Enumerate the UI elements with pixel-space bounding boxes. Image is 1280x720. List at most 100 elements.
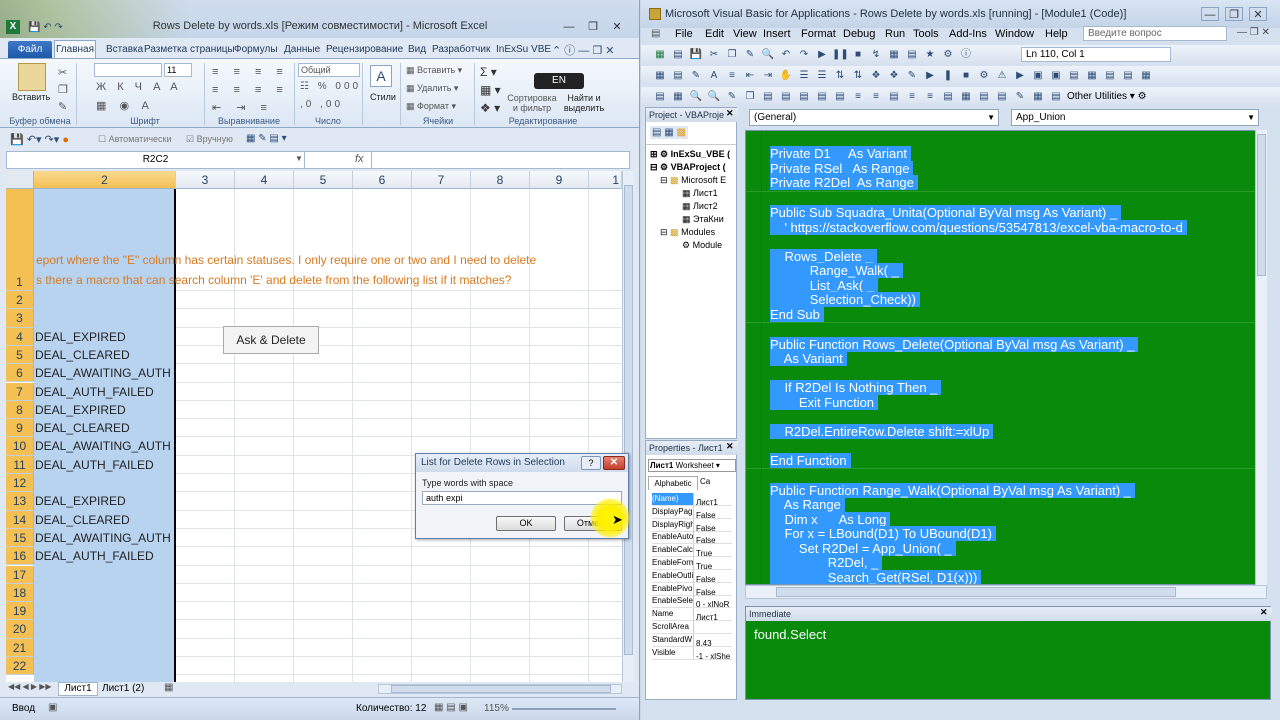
- tab-developer[interactable]: Разработчик: [428, 42, 494, 58]
- font-name-select[interactable]: [94, 63, 162, 77]
- table-row[interactable]: DEAL_AUTH_FAILED: [34, 547, 176, 565]
- property-row[interactable]: DisplayRighFalse: [652, 518, 732, 532]
- table-row[interactable]: DEAL_EXPIRED: [34, 328, 176, 346]
- col-header-8[interactable]: 8: [471, 171, 530, 189]
- qat-extra-icons[interactable]: ▦ ✎ ▤ ▾: [246, 133, 287, 144]
- properties-close-icon[interactable]: ✕: [726, 441, 734, 452]
- utilities-toolbar-icons[interactable]: ▤ ▦ 🔍 🔍 ✎ ❐ ▤ ▤ ▤ ▤ ▤ ≡ ≡ ▤ ≡ ≡ ▤ ▦ ▤ ▤ ✎ ▦ ▤: [651, 87, 1065, 104]
- menu-debug[interactable]: Debug: [843, 25, 875, 43]
- font-color-icons[interactable]: ▦ ◉ A: [96, 99, 154, 112]
- code-line[interactable]: Search_Get(RSel, D1(x))): [770, 569, 1266, 584]
- col-header-4[interactable]: 4: [235, 171, 294, 189]
- col-header-6[interactable]: 6: [353, 171, 412, 189]
- sheet-tab-2[interactable]: Лист1 (2): [102, 683, 144, 694]
- zoom-level[interactable]: 115%: [484, 703, 509, 714]
- procedure-combo[interactable]: App_Union ▼: [1011, 109, 1259, 126]
- format-cells-button[interactable]: ▦ Формат ▾: [406, 101, 456, 112]
- code-line[interactable]: R2Del, _: [770, 555, 1266, 571]
- property-row[interactable]: (Name) Лист1: [652, 493, 732, 506]
- code-line[interactable]: Public Function Range_Walk(Optional ByVa…: [770, 482, 1266, 499]
- row-header[interactable]: 3: [6, 309, 34, 328]
- code-line[interactable]: [770, 192, 1266, 207]
- tree-inexsu[interactable]: ⊞ ⚙ InExSu_VBE (: [650, 149, 730, 160]
- calc-auto-option[interactable]: ☐ Автоматически: [98, 134, 172, 145]
- insert-cells-button[interactable]: ▦ Вставить ▾: [406, 65, 462, 76]
- row-header[interactable]: 7: [6, 382, 34, 401]
- row-header[interactable]: 22: [6, 657, 34, 676]
- menu-tools[interactable]: Tools: [913, 25, 939, 43]
- menu-file[interactable]: File: [675, 25, 693, 43]
- close-icon[interactable]: ✕: [608, 20, 626, 34]
- formula-input[interactable]: [371, 152, 629, 168]
- tab-categorized[interactable]: Ca: [700, 477, 710, 486]
- tab-home[interactable]: Главная: [54, 40, 96, 59]
- col-header-7[interactable]: 7: [412, 171, 471, 189]
- dialog-ok-button[interactable]: OK: [496, 516, 556, 531]
- number-format-icons[interactable]: ☷ % 000: [300, 81, 361, 92]
- menu-help[interactable]: Help: [1045, 25, 1068, 43]
- tree-thisworkbook[interactable]: ▦ ЭтаКни: [682, 214, 724, 225]
- scroll-thumb[interactable]: [624, 185, 633, 655]
- table-row[interactable]: DEAL_AWAITING_AUTH: [34, 529, 176, 547]
- code-line[interactable]: ' https://stackoverflow.com/questions/53…: [770, 219, 1266, 236]
- tab-view[interactable]: Вид: [404, 42, 430, 58]
- name-box-dropdown-icon[interactable]: ▼: [295, 154, 303, 163]
- code-line[interactable]: Private D1 As Variant: [770, 146, 1266, 162]
- sheet-vertical-scrollbar[interactable]: [622, 171, 634, 682]
- col-header-2[interactable]: 2: [34, 171, 176, 189]
- ribbon-controls-icons[interactable]: ⌃ ⓘ — ❐ ✕: [552, 42, 615, 58]
- code-line[interactable]: Public Function Rows_Delete(Optional ByV…: [770, 336, 1266, 353]
- property-row[interactable]: StandardW 8,43: [652, 633, 732, 647]
- col-header-10[interactable]: 1: [589, 171, 622, 189]
- code-line[interactable]: Range_Walk( _: [770, 263, 1266, 279]
- row-header[interactable]: 14: [6, 510, 34, 529]
- row-header[interactable]: 10: [6, 437, 34, 456]
- col-header-3[interactable]: 3: [176, 171, 235, 189]
- col-header-9[interactable]: 9: [530, 171, 589, 189]
- code-line[interactable]: [770, 367, 1266, 382]
- property-row[interactable]: EnablePivo False: [652, 582, 732, 596]
- code-line[interactable]: End Sub: [770, 306, 1266, 323]
- table-row[interactable]: DEAL_AUTH_FAILED: [34, 456, 176, 474]
- sort-filter-button[interactable]: Сортировка и фильтр: [506, 93, 558, 113]
- code-line[interactable]: Selection_Check)): [770, 292, 1266, 308]
- decimal-icons[interactable]: ,0 ,00: [300, 99, 343, 110]
- property-row[interactable]: EnableCalc True: [652, 544, 732, 558]
- row-header[interactable]: 9: [6, 419, 34, 438]
- code-line[interactable]: Exit Function: [770, 394, 1266, 411]
- property-row[interactable]: EnableFormTrue: [652, 557, 732, 570]
- fx-icon[interactable]: fx: [355, 153, 364, 165]
- code-vertical-scrollbar[interactable]: [1255, 130, 1267, 585]
- horizontal-scrollbar[interactable]: [378, 684, 622, 694]
- styles-icon[interactable]: A: [370, 65, 392, 87]
- code-line[interactable]: End Function: [770, 452, 1266, 469]
- code-editor[interactable]: Private D1 As Variant Private RSel As Ran…: [745, 130, 1267, 585]
- tree-sheet2[interactable]: ▦ Лист2: [682, 201, 718, 212]
- code-line[interactable]: Dim x As Long: [770, 511, 1266, 528]
- child-window-controls[interactable]: — ❐ ✕: [1237, 27, 1270, 38]
- code-line[interactable]: Private R2Del As Range: [770, 175, 1266, 191]
- tree-vbaproject[interactable]: ⊟ ⚙ VBAProject (: [650, 162, 726, 173]
- macro-record-icon[interactable]: ▣: [48, 702, 57, 713]
- standard-toolbar-icons[interactable]: ▦ ▤ 💾 ✂ ❐ ✎ 🔍 ↶ ↷ ▶ ❚❚ ■ ↯ ▦ ▤ ★ ⚙ ⓘ: [651, 45, 975, 62]
- tree-sheet1[interactable]: ▦ Лист1: [682, 188, 718, 199]
- tree-modules[interactable]: ⊟ ▩ Modules: [660, 227, 715, 238]
- editing-icons[interactable]: Σ ▾ ▦ ▾ ❖ ▾: [480, 63, 501, 117]
- dialog-help-button[interactable]: ?: [581, 456, 601, 470]
- table-row[interactable]: DEAL_CLEARED: [34, 419, 176, 437]
- code-line[interactable]: List_Ask( _: [770, 277, 1266, 294]
- row-header[interactable]: 4: [6, 327, 34, 346]
- help-search-input[interactable]: Введите вопрос: [1083, 26, 1227, 41]
- restore-icon[interactable]: ❐: [584, 20, 602, 34]
- row-header[interactable]: 1: [6, 189, 34, 291]
- name-box[interactable]: R2C2: [7, 152, 305, 168]
- code-line[interactable]: Public Sub Squadra_Unita(Optional ByVal …: [770, 205, 1266, 221]
- paste-icon[interactable]: [18, 63, 46, 91]
- table-row[interactable]: [34, 620, 176, 638]
- row-header[interactable]: 13: [6, 492, 34, 511]
- code-line[interactable]: As Variant: [770, 351, 1266, 367]
- table-row[interactable]: [34, 566, 176, 584]
- row-header[interactable]: 6: [6, 364, 34, 383]
- code-line[interactable]: [770, 235, 1266, 250]
- properties-object-select[interactable]: Лист1 Worksheet ▾: [648, 459, 736, 472]
